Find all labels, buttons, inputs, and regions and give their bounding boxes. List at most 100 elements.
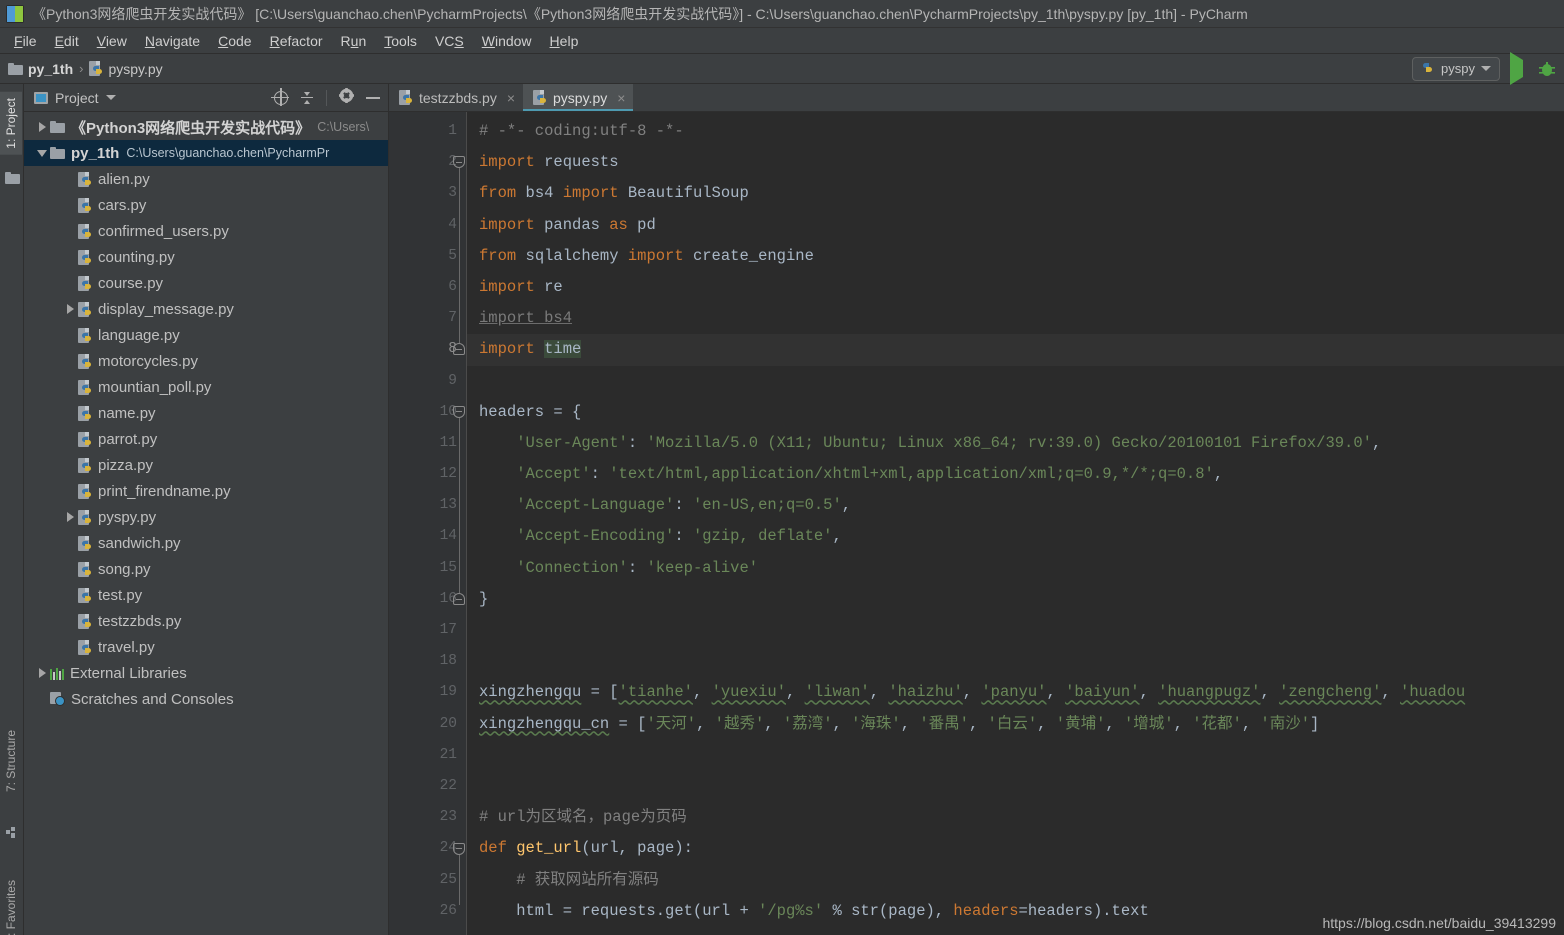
tree-row[interactable]: confirmed_users.py [24,218,388,244]
tree-row[interactable]: pyspy.py [24,504,388,530]
debug-button[interactable] [1538,60,1556,78]
code-line: import pandas as pd [479,215,656,234]
fold-expand-icon[interactable] [453,842,465,855]
tool-window-tab-structure[interactable]: 7: Structure [0,724,22,798]
fold-expand-icon[interactable] [453,405,465,418]
python-file-icon [78,301,92,317]
tree-row[interactable]: motorcycles.py [24,348,388,374]
editor-tab-pyspy-py[interactable]: pyspy.py × [523,84,634,111]
tree-row[interactable]: External Libraries [24,660,388,686]
tree-expand-arrow[interactable] [62,512,78,522]
tree-expand-arrow[interactable] [34,122,50,132]
tree-row-label: pizza.py [98,456,154,474]
menu-item-tools[interactable]: Tools [376,31,425,51]
project-tool-window: Project 《Python3网络爬虫开发实战代码》 C:\Users\ py_1… [24,84,389,935]
line-number-gutter[interactable]: 1 2 3 4 5 6 7 8 9 10 11 12 13 14 15 16 17 18 19 20 21 22 23 24 2… [389,112,467,935]
chevron-down-icon[interactable] [105,95,116,100]
code-line: 'Accept': 'text/html,application/xhtml+x… [479,465,1224,484]
tree-row[interactable]: display_message.py [24,296,388,322]
code-text[interactable]: # -*- coding:utf-8 -*- import requests fro… [467,112,1564,935]
code-line: import bs4 [479,309,573,328]
python-file-icon [533,90,547,105]
python-file-icon [78,171,92,187]
editor-tab-testzzbds-py[interactable]: testzzbds.py × [389,84,523,111]
tree-expand-arrow[interactable] [62,304,78,314]
tree-row[interactable]: name.py [24,400,388,426]
tree-row[interactable]: print_firendname.py [24,478,388,504]
fold-collapse-icon[interactable] [453,593,465,605]
tree-row[interactable]: mountian_poll.py [24,374,388,400]
line-number: 26 [439,902,457,919]
toolbar-divider [326,89,327,106]
tree-row[interactable]: py_1th C:\Users\guanchao.chen\PycharmPr [24,140,388,166]
menu-item-edit[interactable]: Edit [47,31,87,51]
python-file-icon [78,613,92,629]
tree-row[interactable]: travel.py [24,634,388,660]
left-tool-window-strip: 1: Project 7: Structure 2: Favorites [0,84,24,935]
menu-item-navigate[interactable]: Navigate [137,31,208,51]
tree-expand-arrow[interactable] [34,149,50,157]
breadcrumb-label: py_1th [28,60,74,77]
menu-item-file[interactable]: File [6,31,45,51]
run-button[interactable] [1510,51,1528,85]
tree-row-label: course.py [98,274,164,292]
close-icon[interactable]: × [507,90,515,106]
breadcrumb-pyspy-py[interactable]: pyspy.py [89,61,163,77]
editor-tab-label: pyspy.py [553,89,608,106]
hide-panel-icon[interactable] [366,96,380,99]
line-number: 11 [439,434,457,451]
run-configuration-label: pyspy [1441,61,1475,76]
menu-item-refactor[interactable]: Refactor [262,31,331,51]
tree-row-label: name.py [98,404,156,422]
settings-gear-icon[interactable] [339,87,354,108]
folder-icon [8,62,23,75]
tool-window-tab-project[interactable]: 1: Project [0,92,22,155]
line-number: 5 [448,247,457,264]
tree-row[interactable]: Scratches and Consoles [24,686,388,712]
tree-row-label: testzzbds.py [98,612,182,630]
menu-item-view[interactable]: View [89,31,135,51]
tree-row[interactable]: parrot.py [24,426,388,452]
tree-expand-arrow[interactable] [34,668,50,678]
code-area[interactable]: 1 2 3 4 5 6 7 8 9 10 11 12 13 14 15 16 17 18 19 20 21 22 23 24 2… [389,112,1564,935]
tree-row[interactable]: language.py [24,322,388,348]
tree-row[interactable]: testzzbds.py [24,608,388,634]
editor-area: testzzbds.py × pyspy.py × 1 2 3 4 5 6 7 8 9 10 11 12 13… [389,84,1564,935]
breadcrumb-py-1th[interactable]: py_1th [8,61,73,77]
tree-row-label: External Libraries [70,664,187,682]
tree-row[interactable]: counting.py [24,244,388,270]
tree-row[interactable]: 《Python3网络爬虫开发实战代码》 C:\Users\ [24,114,388,140]
menu-item-vcs[interactable]: VCS [427,31,472,51]
tree-row[interactable]: sandwich.py [24,530,388,556]
collapse-all-icon[interactable] [300,91,314,105]
code-line: # -*- coding:utf-8 -*- [479,122,684,140]
menu-item-help[interactable]: Help [542,31,587,51]
fold-collapse-icon[interactable] [453,343,465,356]
code-line: } [479,589,489,608]
tree-row[interactable]: song.py [24,556,388,582]
tree-row[interactable]: pizza.py [24,452,388,478]
close-icon[interactable]: × [617,90,625,106]
menu-item-code[interactable]: Code [210,31,259,51]
tree-row-label: print_firendname.py [98,482,231,500]
tool-window-tab-favorites[interactable]: 2: Favorites [0,874,22,935]
folder-icon [50,147,65,159]
chevron-down-icon[interactable] [1481,66,1491,71]
tree-row[interactable]: alien.py [24,166,388,192]
code-line: 'Accept-Encoding': 'gzip, deflate', [479,527,842,546]
tree-row-label: alien.py [98,170,150,188]
python-file-icon [78,639,92,655]
python-file-icon [78,431,92,447]
select-opened-file-icon[interactable] [271,87,289,106]
menu-item-window[interactable]: Window [474,31,540,51]
tree-row[interactable]: course.py [24,270,388,296]
project-tree[interactable]: 《Python3网络爬虫开发实战代码》 C:\Users\ py_1th C:\Use… [24,112,388,935]
tree-row[interactable]: cars.py [24,192,388,218]
python-file-icon [78,249,92,265]
tree-row[interactable]: test.py [24,582,388,608]
menu-item-run[interactable]: Run [333,31,375,51]
run-configuration-selector[interactable]: pyspy [1412,56,1500,81]
line-number: 9 [448,372,457,389]
python-file-icon [78,353,92,369]
